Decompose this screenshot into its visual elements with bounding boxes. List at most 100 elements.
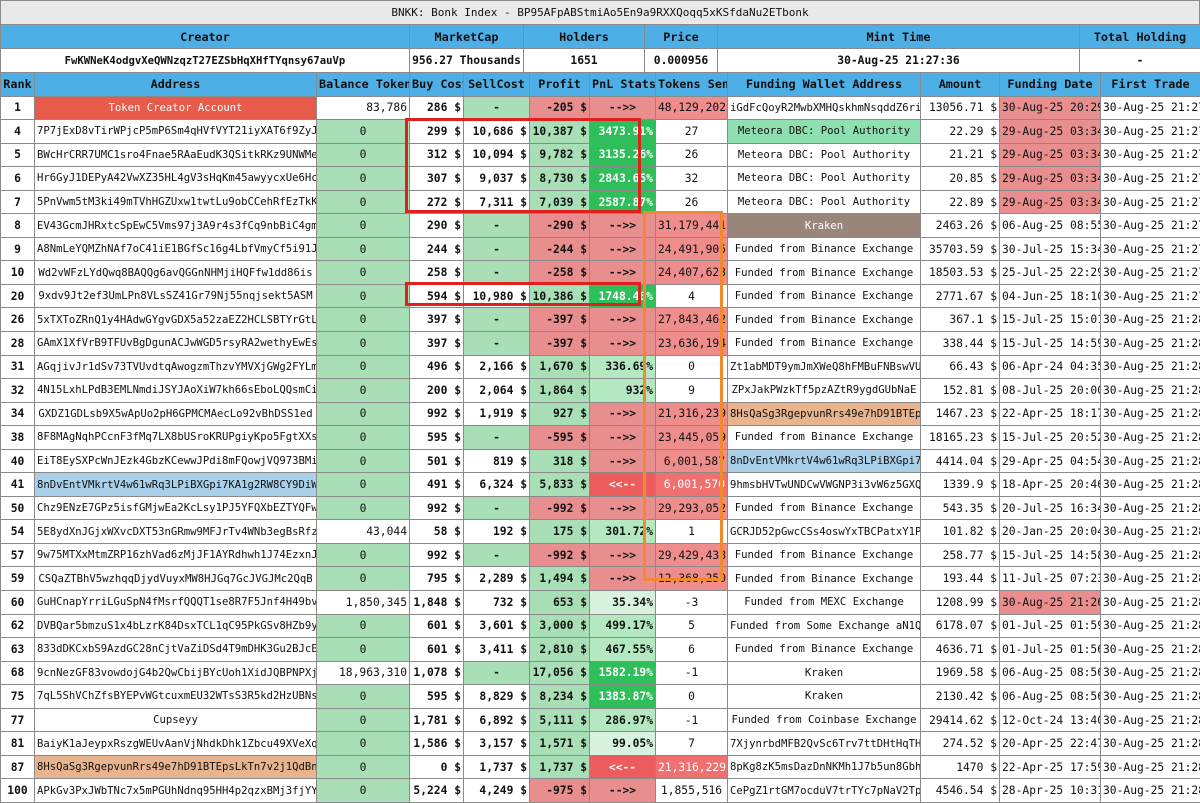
table-row[interactable]: 579w75MTXxMtmZRP16zhVad6zMjJF1AYRdhwh1J7…	[1, 543, 1200, 567]
cell-address[interactable]: A8NmLeYQMZhNAf7oC41iE1BGfSc16g4LbfVmyCf5…	[35, 237, 317, 261]
table-row[interactable]: 40EiT8EySXPcWnJEzk4GbzKCewwJPdi8mFQowjVQ…	[1, 449, 1200, 473]
cell-funding[interactable]: 9hmsbHVTwUNDCwVWGNP3i3vW6z5GXQ	[728, 473, 921, 497]
cell-address[interactable]: 9cnNezGF83vowdojG4b2QwCbijBYcUoh1XidJQBP…	[35, 661, 317, 685]
cell-address[interactable]: 4N15LxhLPdB3EMLNmdiJSYJAoXiW7kh66sEboLQQ…	[35, 379, 317, 403]
cell-address[interactable]: 8HsQaSg3RgepvunRrs49e7hD91BTEpsLkTn7v2j1…	[35, 755, 317, 779]
cell-funding[interactable]: Meteora DBC: Pool Authority	[728, 190, 921, 214]
cell-funding[interactable]: 8nDvEntVMkrtV4w61wRq3LPiBXGpi7	[728, 449, 921, 473]
cell-funding[interactable]: Funded from Binance Exchange	[728, 496, 921, 520]
cell-funding[interactable]: Kraken	[728, 661, 921, 685]
column-header-tokens-sent[interactable]: Tokens Sent	[656, 73, 728, 97]
table-row[interactable]: 31AGqjivJr1dSv73TVUvdtqAwogzmThzvYMVXjGW…	[1, 355, 1200, 379]
cell-address[interactable]: Hr6GyJ1DEPyA42VwXZ35HL4gV3sHqKm45awyycxU…	[35, 167, 317, 191]
cell-address[interactable]: EiT8EySXPcWnJEzk4GbzKCewwJPdi8mFQowjVQ97…	[35, 449, 317, 473]
table-row[interactable]: 10Wd2vWFzLYdQwq8BAQQg6avQGGnNHMjiHQFfw1d…	[1, 261, 1200, 285]
table-row[interactable]: 265xTXToZRnQ1y4HAdwGYgvGDX5a52zaEZ2HCLSB…	[1, 308, 1200, 332]
cell-funding[interactable]: GCRJD52pGwcCSs4oswYxTBCPatxY1P	[728, 520, 921, 544]
table-row[interactable]: 324N15LxhLPdB3EMLNmdiJSYJAoXiW7kh66sEboL…	[1, 379, 1200, 403]
cell-funding[interactable]: Funded from Binance Exchange	[728, 237, 921, 261]
cell-address[interactable]: Wd2vWFzLYdQwq8BAQQg6avQGGnNHMjiHQFfw1dd8…	[35, 261, 317, 285]
table-row[interactable]: 63833dDKCxbS9AzdGC28nCjtVaZiDSd4T9mDHK3G…	[1, 638, 1200, 662]
cell-funding[interactable]: Meteora DBC: Pool Authority	[728, 143, 921, 167]
cell-funding[interactable]: Funded from Some Exchange aN1Q	[728, 614, 921, 638]
cell-address[interactable]: 7qL5ShVChZfsBYEPvWGtcuxmEU32WTsS3R5kd2Hz…	[35, 685, 317, 709]
table-row[interactable]: 9A8NmLeYQMZhNAf7oC41iE1BGfSc16g4LbfVmyCf…	[1, 237, 1200, 261]
cell-address[interactable]: 8F8MAgNqhPCcnF3fMq7LX8bUSroKRUPgiyKpo5Fg…	[35, 426, 317, 450]
table-row[interactable]: 47P7jExD8vTirWPjcP5mP6Sm4qHVfVYT21iyXAT6…	[1, 120, 1200, 144]
table-row[interactable]: 689cnNezGF83vowdojG4b2QwCbijBYcUoh1XidJQ…	[1, 661, 1200, 685]
cell-address[interactable]: BaiyK1aJeypxRszgWEUvAanVjNhdkDhk1Zbcu49X…	[35, 732, 317, 756]
cell-address[interactable]: GuHCnapYrriLGuSpN4fMsrfQQQT1se8R7F5Jnf4H…	[35, 591, 317, 615]
table-row[interactable]: 34GXDZ1GDLsb9X5wApUo2pH6GPMCMAecLo92vBhD…	[1, 402, 1200, 426]
table-row[interactable]: 1Token Creator Account83,786286 $--205 $…	[1, 96, 1200, 120]
cell-address[interactable]: Chz9ENzE7GPz5isfGMjwEa2KcLsy1PJ5YFQXbEZT…	[35, 496, 317, 520]
table-row[interactable]: 209xdv9Jt2ef3UmLPn8VLsSZ41Gr79Nj55nqjsek…	[1, 284, 1200, 308]
table-row[interactable]: 757qL5ShVChZfsBYEPvWGtcuxmEU32WTsS3R5kd2…	[1, 685, 1200, 709]
cell-funding[interactable]: Meteora DBC: Pool Authority	[728, 120, 921, 144]
column-header-rank[interactable]: Rank	[1, 73, 35, 97]
cell-address[interactable]: 8nDvEntVMkrtV4w61wRq3LPiBXGpi7KA1g2RW8CY…	[35, 473, 317, 497]
cell-address[interactable]: GAmX1XfVrB9TFUvBgDgunACJwWGD5rsyRA2wethy…	[35, 332, 317, 356]
table-row[interactable]: 6Hr6GyJ1DEPyA42VwXZ35HL4gV3sHqKm45awyycx…	[1, 167, 1200, 191]
cell-funding[interactable]: Funded from Binance Exchange	[728, 543, 921, 567]
cell-funding[interactable]: Funded from Binance Exchange	[728, 426, 921, 450]
table-row[interactable]: 878HsQaSg3RgepvunRrs49e7hD91BTEpsLkTn7v2…	[1, 755, 1200, 779]
table-row[interactable]: 418nDvEntVMkrtV4w61wRq3LPiBXGpi7KA1g2RW8…	[1, 473, 1200, 497]
cell-funding[interactable]: Funded from Binance Exchange	[728, 284, 921, 308]
cell-address[interactable]: CSQaZTBhV5wzhqqDjydVuyxMW8HJGq7GcJVGJMc2…	[35, 567, 317, 591]
column-header-first-trade[interactable]: First Trade	[1101, 73, 1200, 97]
cell-address[interactable]: AGqjivJr1dSv73TVUvdtqAwogzmThzvYMVXjGWg2…	[35, 355, 317, 379]
cell-funding[interactable]: 7XjynrbdMFB2QvSc6Trv7ttDHtHqTH	[728, 732, 921, 756]
cell-funding[interactable]: Funded from Binance Exchange	[728, 567, 921, 591]
cell-address[interactable]: DVBQar5bmzuS1x4bLzrK84DsxTCL1qC95PkGSv8H…	[35, 614, 317, 638]
cell-address[interactable]: 5xTXToZRnQ1y4HAdwGYgvGDX5a52zaEZ2HCLSBTY…	[35, 308, 317, 332]
cell-address[interactable]: 833dDKCxbS9AzdGC28nCjtVaZiDSd4T9mDHK3Gu2…	[35, 638, 317, 662]
cell-address[interactable]: 9xdv9Jt2ef3UmLPn8VLsSZ41Gr79Nj55nqjsekt5…	[35, 284, 317, 308]
cell-address[interactable]: EV43GcmJHRxtcSpEwC5Vms97j3A9r4s3fCq9nbBi…	[35, 214, 317, 238]
cell-address[interactable]: 9w75MTXxMtmZRP16zhVad6zMjJF1AYRdhwh1J74E…	[35, 543, 317, 567]
table-row[interactable]: 60GuHCnapYrriLGuSpN4fMsrfQQQT1se8R7F5Jnf…	[1, 591, 1200, 615]
table-row[interactable]: 62DVBQar5bmzuS1x4bLzrK84DsxTCL1qC95PkGSv…	[1, 614, 1200, 638]
column-header-funding-wallet-address[interactable]: Funding Wallet Address	[728, 73, 921, 97]
table-row[interactable]: 75PnVwm5tM3ki49mTVhHGZUxw1twtLu9obCCehRf…	[1, 190, 1200, 214]
column-header-pnl-stats[interactable]: PnL Stats	[590, 73, 656, 97]
cell-funding[interactable]: Meteora DBC: Pool Authority	[728, 167, 921, 191]
table-row[interactable]: 8EV43GcmJHRxtcSpEwC5Vms97j3A9r4s3fCq9nbB…	[1, 214, 1200, 238]
column-header-buy-cost[interactable]: Buy Cost	[410, 73, 464, 97]
column-header-amount[interactable]: Amount	[921, 73, 1000, 97]
cell-funding[interactable]: Kraken	[728, 214, 921, 238]
cell-address[interactable]: BWcHrCRR7UMC1sro4Fnae5RAaEudK3QSitkRKz9U…	[35, 143, 317, 167]
cell-funding[interactable]: Kraken	[728, 685, 921, 709]
cell-address[interactable]: GXDZ1GDLsb9X5wApUo2pH6GPMCMAecLo92vBhDSS…	[35, 402, 317, 426]
cell-address[interactable]: 5PnVwm5tM3ki49mTVhHGZUxw1twtLu9obCCehRfE…	[35, 190, 317, 214]
cell-funding[interactable]: Funded from Binance Exchange	[728, 261, 921, 285]
table-row[interactable]: 5BWcHrCRR7UMC1sro4Fnae5RAaEudK3QSitkRKz9…	[1, 143, 1200, 167]
cell-funding[interactable]: 8HsQaSg3RgepvunRrs49e7hD91BTEp	[728, 402, 921, 426]
cell-funding[interactable]: ZPxJakPWzkTf5pzAZtR9ygdGUbNaE	[728, 379, 921, 403]
cell-funding[interactable]: Funded from Binance Exchange	[728, 308, 921, 332]
column-header-balance-tokens[interactable]: Balance Tokens	[317, 73, 410, 97]
table-row[interactable]: 77Cupseyy01,781 $6,892 $5,111 $286.97%-1…	[1, 708, 1200, 732]
table-row[interactable]: 545E8ydXnJGjxWXvcDXT53nGRmw9MFJrTv4WNb3e…	[1, 520, 1200, 544]
cell-address[interactable]: 7P7jExD8vTirWPjcP5mP6Sm4qHVfVYT21iyXAT6f…	[35, 120, 317, 144]
cell-funding[interactable]: iGdFcQoyR2MwbXMHQskhmNsqddZ6ri	[728, 96, 921, 120]
column-header-address[interactable]: Address	[35, 73, 317, 97]
table-row[interactable]: 50Chz9ENzE7GPz5isfGMjwEa2KcLsy1PJ5YFQXbE…	[1, 496, 1200, 520]
cell-funding[interactable]: Funded from Binance Exchange	[728, 332, 921, 356]
cell-funding[interactable]: Funded from Binance Exchange	[728, 638, 921, 662]
table-row[interactable]: 388F8MAgNqhPCcnF3fMq7LX8bUSroKRUPgiyKpo5…	[1, 426, 1200, 450]
column-header-profit[interactable]: Profit	[530, 73, 590, 97]
cell-address[interactable]: Token Creator Account	[35, 96, 317, 120]
column-header-funding-date[interactable]: Funding Date	[1000, 73, 1101, 97]
cell-funding[interactable]: Zt1abMDT9ymJmXWeQ8hFMBuFNBswVU	[728, 355, 921, 379]
cell-funding[interactable]: Funded from Coinbase Exchange	[728, 708, 921, 732]
cell-funding[interactable]: Funded from MEXC Exchange	[728, 591, 921, 615]
table-row[interactable]: 28GAmX1XfVrB9TFUvBgDgunACJwWGD5rsyRA2wet…	[1, 332, 1200, 356]
cell-address[interactable]: 5E8ydXnJGjxWXvcDXT53nGRmw9MFJrTv4WNb3egB…	[35, 520, 317, 544]
cell-address[interactable]: Cupseyy	[35, 708, 317, 732]
cell-funding[interactable]: 8pKg8zK5msDazDnNKMh1J7b5un8Gbh	[728, 755, 921, 779]
table-row[interactable]: 59CSQaZTBhV5wzhqqDjydVuyxMW8HJGq7GcJVGJM…	[1, 567, 1200, 591]
table-row[interactable]: 81BaiyK1aJeypxRszgWEUvAanVjNhdkDhk1Zbcu4…	[1, 732, 1200, 756]
column-header-sellcost[interactable]: SellCost	[464, 73, 530, 97]
creator-address[interactable]: FwKWNeK4odgvXeQWNzqzT27EZSbHqXHfTYqnsy67…	[1, 49, 410, 73]
